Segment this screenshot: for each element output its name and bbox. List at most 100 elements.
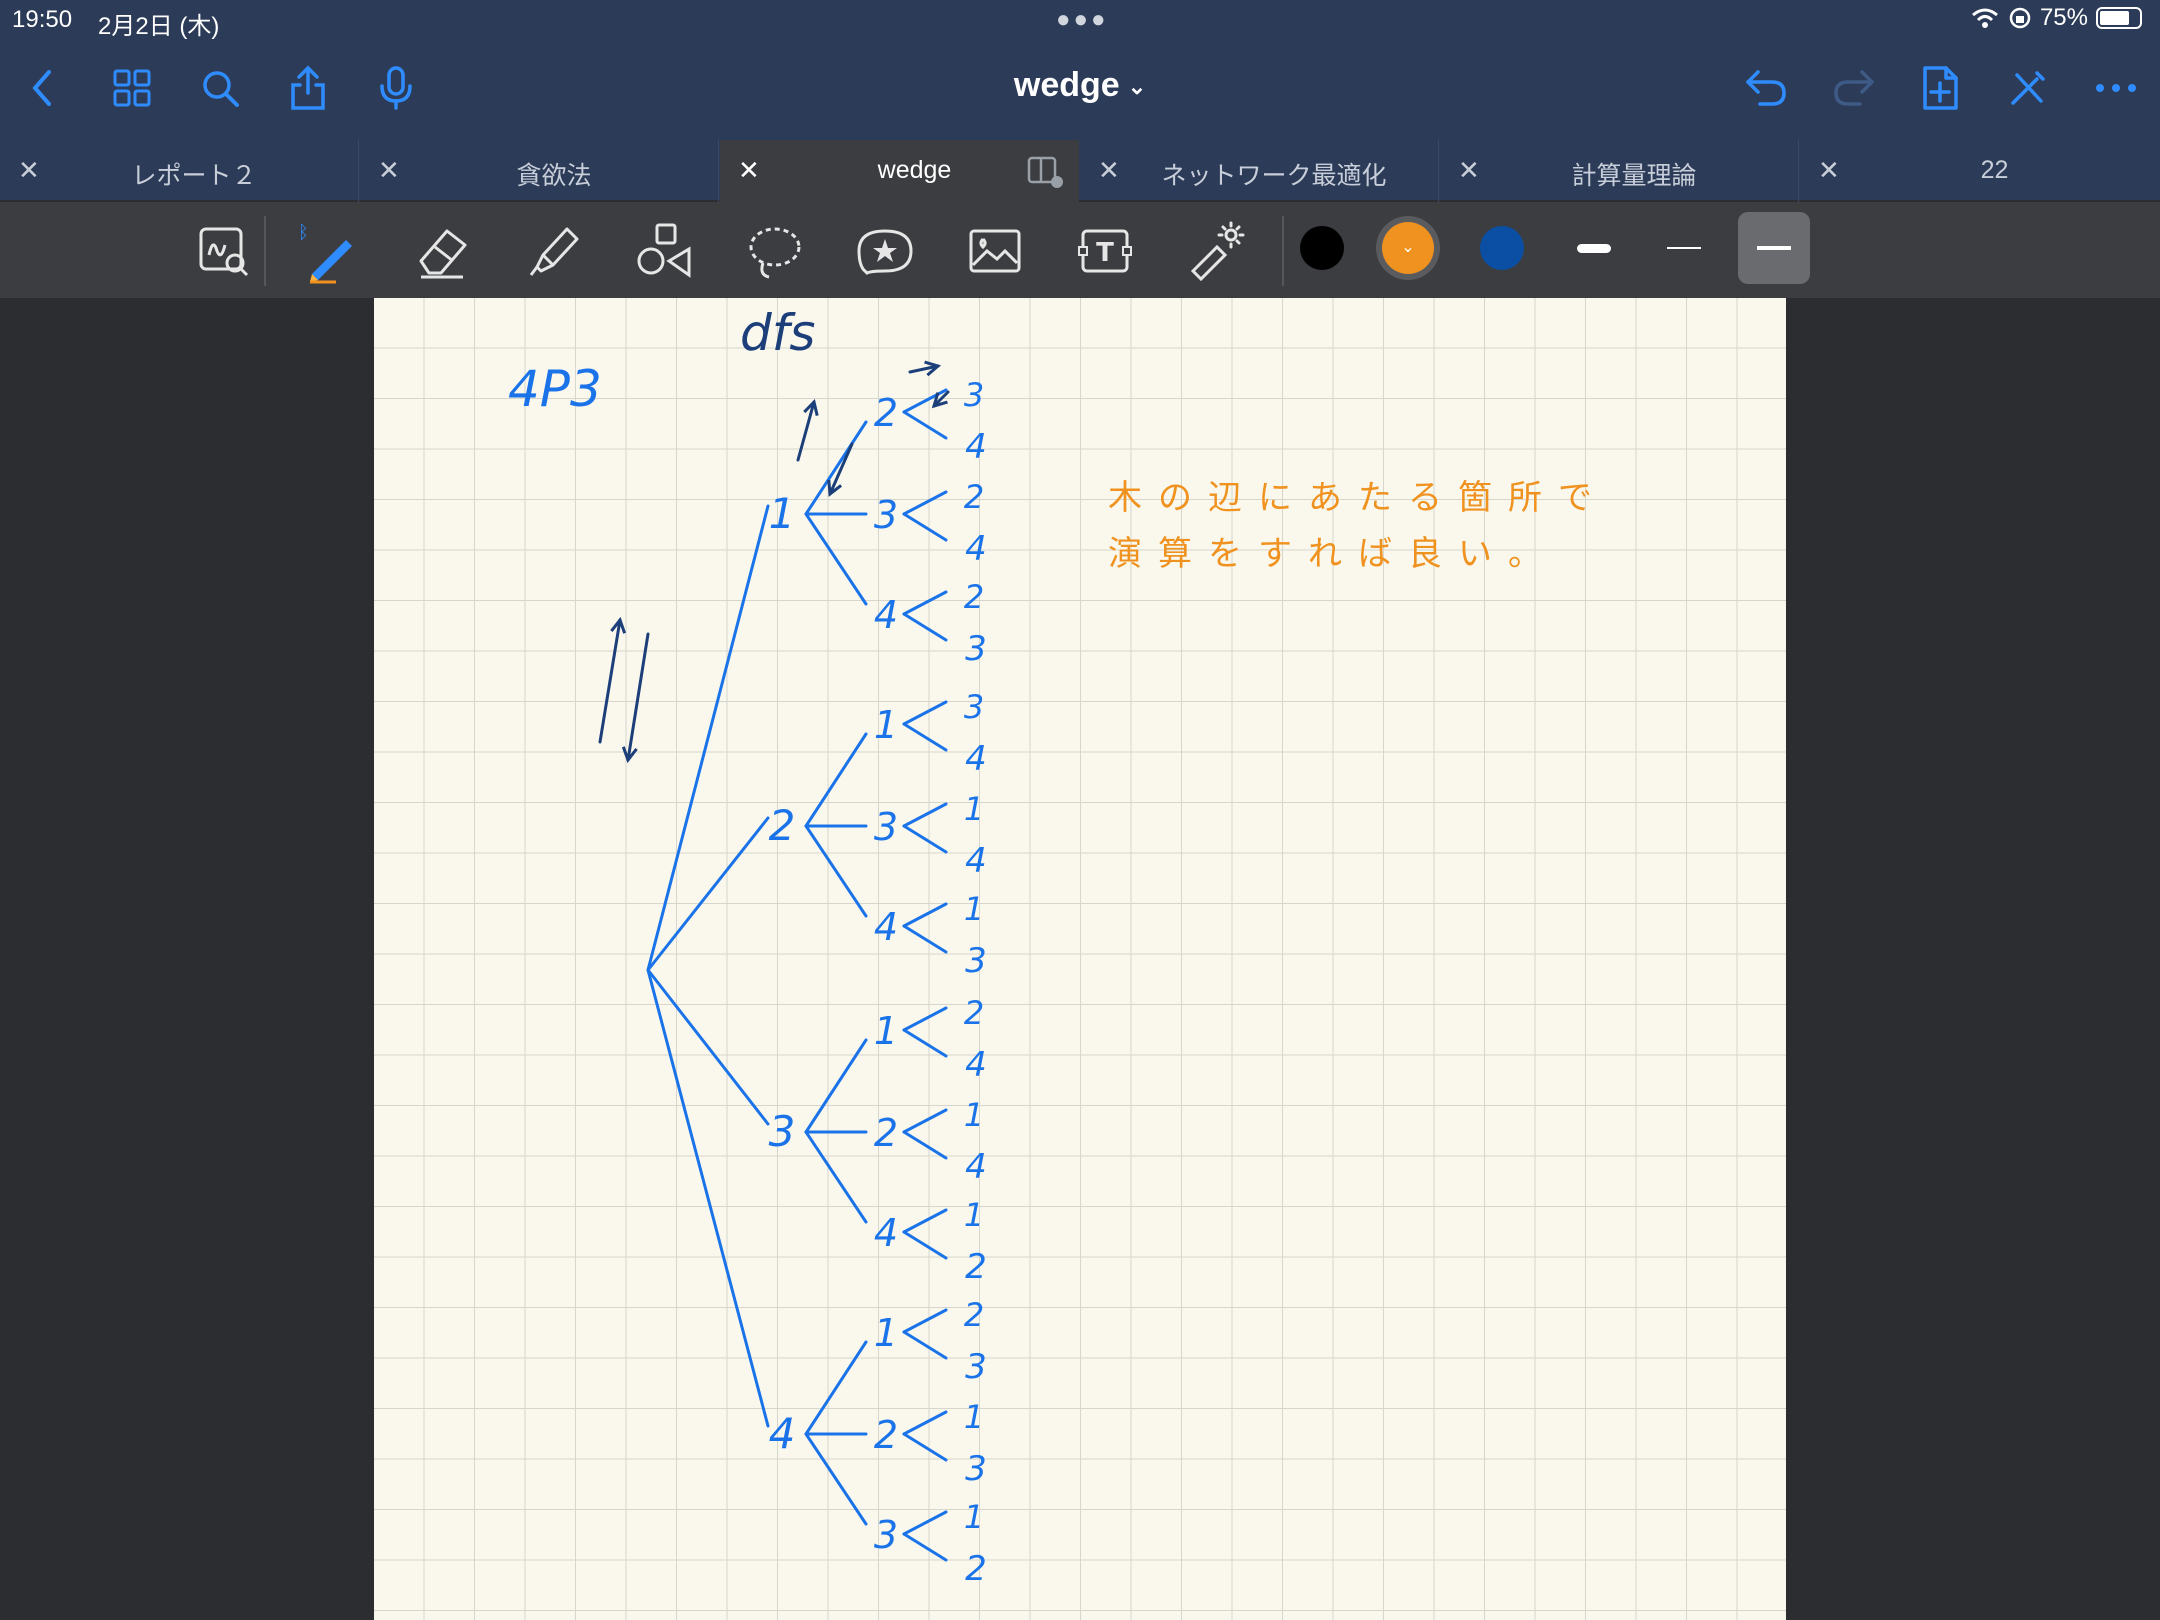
wifi-icon	[1971, 8, 1998, 28]
nav-bar: wedge ⌄	[0, 48, 2160, 128]
tree-node-level2: 3	[874, 493, 898, 537]
shapes-tool[interactable]	[630, 216, 700, 286]
stroke-width-medium[interactable]	[1738, 212, 1810, 284]
tree-node-level1: 3	[769, 1107, 796, 1156]
tree-leaf-label: 2	[964, 994, 984, 1032]
more-button[interactable]	[2088, 60, 2144, 116]
edit-mode-button[interactable]	[2000, 60, 2056, 116]
tree-edge-leaf	[902, 410, 948, 440]
tree-leaf-label: 1	[964, 1398, 984, 1436]
zoom-window-tool[interactable]	[188, 216, 258, 286]
tree-edge-leaf	[902, 802, 948, 828]
tab-greedy[interactable]: ✕ 貪欲法	[360, 140, 719, 202]
tree-edge-leaf	[902, 1028, 948, 1058]
tree-edge-leaf	[902, 1130, 948, 1160]
tree-node-level2: 3	[874, 1513, 898, 1557]
add-page-button[interactable]	[1912, 60, 1968, 116]
dfs-arrow-up	[598, 618, 622, 744]
tab-22[interactable]: ✕ 22	[1800, 140, 2159, 202]
tree-edge-leaf	[902, 512, 948, 542]
tree-edge-leaf	[902, 924, 948, 954]
tree-edge-leaf	[902, 824, 948, 854]
svg-text:ᛒ: ᛒ	[298, 222, 309, 243]
tree-edge-leaf	[902, 590, 948, 616]
tree-edge-leaf	[902, 1330, 948, 1360]
handwritten-title: 4P3	[508, 360, 602, 418]
tab-wedge[interactable]: ✕ wedge	[720, 140, 1079, 202]
text-icon: T	[1078, 229, 1132, 273]
close-icon[interactable]: ✕	[1818, 155, 1840, 186]
tree-node-level1: 1	[769, 489, 796, 538]
tree-edge-leaf	[902, 722, 948, 752]
color-swatch-orange[interactable]: ⌄	[1382, 222, 1434, 274]
lasso-icon	[749, 227, 801, 279]
image-icon	[969, 229, 1021, 273]
tree-node-level2: 3	[874, 805, 898, 849]
more-icon	[2096, 84, 2136, 92]
app-header: 19:50 2月2日 (木) ●●● 75% wedge ⌄ ✕ レポート２ ✕…	[0, 0, 2160, 202]
tree-leaf-label: 4	[965, 427, 987, 467]
redo-icon	[1834, 70, 1874, 106]
status-date: 2月2日 (木)	[98, 13, 220, 40]
tab-label: 計算量理論	[1571, 162, 1697, 190]
close-icon[interactable]: ✕	[1458, 155, 1480, 186]
tree-leaf-label: 3	[965, 629, 987, 669]
image-tool[interactable]	[960, 216, 1030, 286]
tree-node-level2: 2	[874, 391, 898, 435]
highlighter-tool[interactable]	[520, 216, 590, 286]
lasso-tool[interactable]	[740, 216, 810, 286]
handwritten-note-line1: 木の辺にあたる箇所で	[1108, 478, 1608, 518]
sticker-icon	[857, 229, 913, 275]
sticker-tool[interactable]	[850, 216, 920, 286]
close-icon[interactable]: ✕	[1098, 155, 1120, 186]
tree-edge-level1	[804, 732, 868, 828]
add-page-icon	[1923, 66, 1958, 110]
tab-network-optimization[interactable]: ✕ ネットワーク最適化	[1080, 140, 1439, 202]
multitasking-dots-icon[interactable]: ●●●	[1056, 6, 1109, 34]
tree-edge-leaf	[902, 700, 948, 726]
close-icon[interactable]: ✕	[738, 155, 760, 186]
tree-node-level2: 1	[874, 703, 898, 747]
tree-node-level1: 2	[769, 801, 796, 850]
text-tool[interactable]: T	[1070, 216, 1140, 286]
tab-report2[interactable]: ✕ レポート２	[0, 140, 359, 202]
tree-edge-root	[646, 968, 770, 1428]
battery-fill	[2100, 11, 2129, 25]
close-icon[interactable]: ✕	[378, 155, 400, 186]
color-swatch-blue[interactable]	[1480, 226, 1524, 270]
tree-leaf-label: 3	[964, 688, 984, 726]
tree-edge-root	[646, 504, 770, 972]
tab-complexity[interactable]: ✕ 計算量理論	[1440, 140, 1799, 202]
tree-edge-leaf	[902, 1230, 948, 1260]
tree-edge-leaf	[902, 1108, 948, 1134]
pen-tool[interactable]: ᛒ	[294, 216, 364, 286]
tree-edge-level1	[804, 1130, 868, 1224]
laser-pointer-tool[interactable]	[1180, 216, 1250, 286]
eraser-tool[interactable]	[408, 216, 478, 286]
tree-edge-root	[646, 968, 770, 1126]
tree-edge-leaf	[902, 1410, 948, 1436]
stroke-width-thick[interactable]	[1558, 212, 1630, 284]
stroke-width-thin[interactable]	[1648, 212, 1720, 284]
tree-edge-leaf	[902, 490, 948, 516]
tree-leaf-label: 1	[964, 890, 984, 928]
tree-leaf-label: 4	[965, 1147, 987, 1187]
close-icon[interactable]: ✕	[18, 155, 40, 186]
rotation-lock-icon	[2009, 7, 2031, 29]
tree-node-level2: 2	[874, 1111, 898, 1155]
redo-button[interactable]	[1826, 60, 1882, 116]
dfs-arrow-down	[626, 632, 650, 762]
undo-button[interactable]	[1738, 60, 1794, 116]
split-view-icon[interactable]	[1027, 156, 1063, 188]
tab-bar: ✕ レポート２ ✕ 貪欲法 ✕ wedge ✕ ネットワーク最適化 ✕ 計算量理…	[0, 140, 2160, 202]
tree-leaf-label: 2	[964, 578, 984, 616]
tree-edge-leaf	[902, 1308, 948, 1334]
tree-edge-leaf	[902, 902, 948, 928]
handwritten-dfs: dfs	[740, 304, 816, 362]
battery-percent: 75%	[2039, 4, 2088, 31]
note-canvas[interactable]: 1 2 3 4 3 2 4 4 2 3 2 1 3 4 3 1 4 4 1 3 3 1 2 4 2 1 4 4 1 2 4 1 2 3 2 1 3 3 1 2…	[374, 298, 1786, 1620]
chevron-down-icon: ⌄	[1127, 74, 1147, 100]
status-time: 19:50	[12, 6, 73, 33]
tree-leaf-label: 1	[964, 1196, 984, 1234]
color-swatch-black[interactable]	[1300, 226, 1344, 270]
